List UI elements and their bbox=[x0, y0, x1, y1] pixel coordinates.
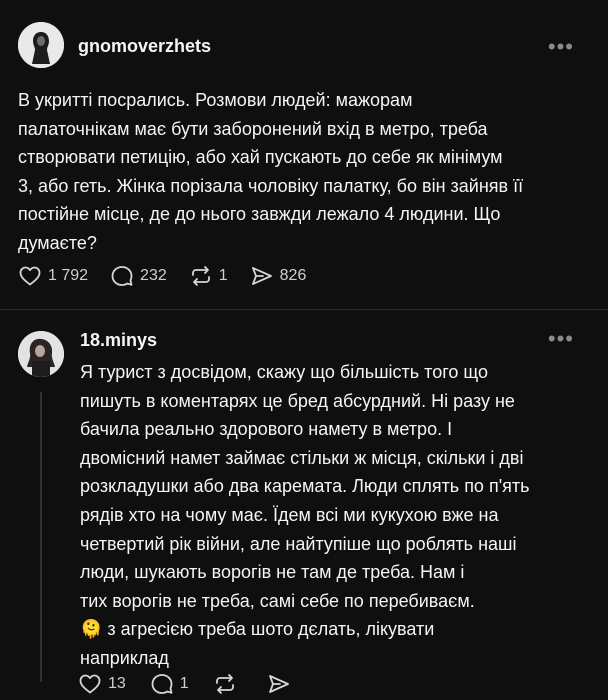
heart-icon bbox=[19, 266, 41, 286]
post-2: 18.minys ••• Я турист з досвідом, скажу … bbox=[0, 310, 608, 700]
like-button[interactable]: 1 792 bbox=[18, 264, 88, 288]
avatar-image bbox=[18, 331, 64, 377]
share-button[interactable] bbox=[267, 672, 297, 696]
heart-icon bbox=[79, 674, 101, 694]
repost-button[interactable]: 1 bbox=[189, 264, 228, 288]
reply-button[interactable]: 1 bbox=[150, 672, 189, 696]
post-text: Я турист з досвідом, скажу що більшість … bbox=[80, 362, 530, 668]
post-1: gnomoverzhets ••• В укритті посрались. Р… bbox=[0, 0, 608, 310]
repost-icon bbox=[215, 674, 234, 694]
share-count: 826 bbox=[279, 267, 307, 284]
reply-count: 1 bbox=[179, 675, 189, 692]
repost-button[interactable] bbox=[213, 672, 243, 696]
like-count: 13 bbox=[108, 675, 126, 692]
post-text: В укритті посрались. Розмови людей: мажо… bbox=[18, 90, 524, 253]
more-dots-icon[interactable]: ••• bbox=[548, 36, 574, 58]
repost-count: 1 bbox=[218, 267, 228, 284]
reply-button[interactable]: 232 bbox=[110, 264, 167, 288]
send-icon bbox=[251, 267, 272, 285]
send-icon bbox=[268, 675, 289, 693]
avatar-image bbox=[18, 22, 64, 68]
reply-count: 232 bbox=[140, 267, 167, 284]
repost-icon bbox=[191, 266, 210, 286]
thread-line bbox=[40, 392, 42, 682]
post-actions: 1 792 232 1 826 bbox=[18, 264, 328, 288]
comment-icon bbox=[111, 266, 133, 286]
username[interactable]: 18.minys bbox=[80, 330, 157, 351]
post-actions: 13 1 bbox=[78, 672, 321, 696]
comment-icon bbox=[151, 674, 173, 694]
share-button[interactable]: 826 bbox=[250, 264, 307, 288]
username[interactable]: gnomoverzhets bbox=[78, 36, 211, 57]
avatar[interactable] bbox=[18, 331, 64, 377]
like-count: 1 792 bbox=[48, 267, 89, 284]
avatar[interactable] bbox=[18, 22, 64, 68]
like-button[interactable]: 13 bbox=[78, 672, 126, 696]
more-dots-icon[interactable]: ••• bbox=[548, 328, 574, 350]
